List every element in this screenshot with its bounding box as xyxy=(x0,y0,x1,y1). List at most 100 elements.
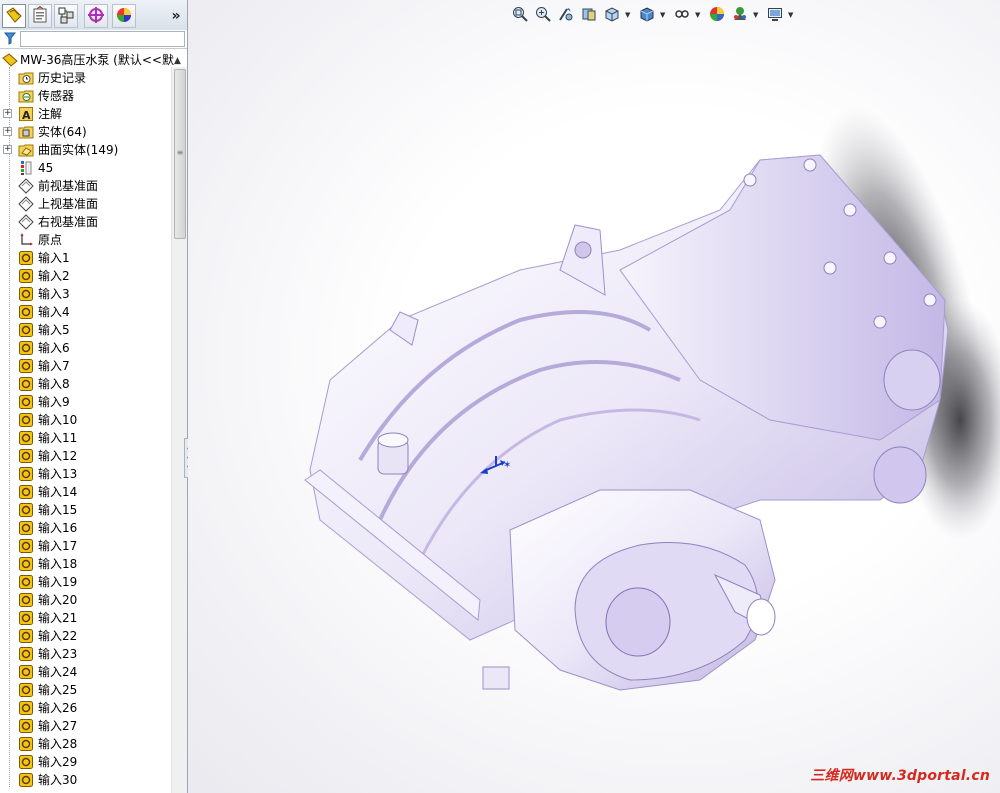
expand-icon[interactable]: + xyxy=(3,127,12,136)
expand-icon[interactable]: + xyxy=(3,109,12,118)
tree-item[interactable]: 输入30 xyxy=(0,771,171,789)
tree-item[interactable]: 输入15 xyxy=(0,501,171,519)
pump-model[interactable]: ✶ xyxy=(188,0,1000,793)
tree-item[interactable]: 输入20 xyxy=(0,591,171,609)
tree-item[interactable]: 输入10 xyxy=(0,411,171,429)
scroll-up-icon[interactable]: ▲ xyxy=(174,56,181,66)
graphics-area[interactable]: ▼ ▼ ▼ ▼ ▼ ✶ 三维网www.3dportal.cn xyxy=(188,0,1000,793)
tree-item[interactable]: 输入21 xyxy=(0,609,171,627)
tree-scrollbar[interactable]: ≡ xyxy=(171,67,187,793)
tree-item[interactable]: 输入16 xyxy=(0,519,171,537)
history-folder-icon xyxy=(18,70,34,86)
tree-item[interactable]: 输入11 xyxy=(0,429,171,447)
imported-body-icon xyxy=(18,736,34,752)
panel-tab-bar: » xyxy=(0,0,187,31)
watermark: 三维网www.3dportal.cn xyxy=(810,768,990,784)
annotation-folder-icon: A xyxy=(18,106,34,122)
tree-item-label: 输入11 xyxy=(38,431,78,445)
tree-item-label: 输入5 xyxy=(38,323,70,337)
tree-item-label: 传感器 xyxy=(38,89,75,103)
tree-item[interactable]: 输入22 xyxy=(0,627,171,645)
filter-bar xyxy=(0,30,187,49)
tree-item[interactable]: + A 注解 xyxy=(0,105,171,123)
tree-item[interactable]: 45 xyxy=(0,159,171,177)
tree-item[interactable]: 输入1 xyxy=(0,249,171,267)
tree-item-label: 输入14 xyxy=(38,485,78,499)
tree-item[interactable]: 输入12 xyxy=(0,447,171,465)
tree-item[interactable]: + 实体(64) xyxy=(0,123,171,141)
tree-item[interactable]: 历史记录 xyxy=(0,69,171,87)
tree-item[interactable]: 输入19 xyxy=(0,573,171,591)
imported-body-icon xyxy=(18,646,34,662)
tree-item[interactable]: 输入25 xyxy=(0,681,171,699)
tree-item-label: 历史记录 xyxy=(38,71,87,85)
tree-item[interactable]: 右视基准面 xyxy=(0,213,171,231)
tree-item[interactable]: 输入24 xyxy=(0,663,171,681)
tree-item[interactable]: 输入29 xyxy=(0,753,171,771)
tree-item-label: 注解 xyxy=(38,107,63,121)
imported-body-icon xyxy=(18,430,34,446)
tree-item-label: 输入2 xyxy=(38,269,70,283)
display-manager-icon xyxy=(115,6,133,27)
tree-item-label: MW-36高压水泵 (默认<<默 xyxy=(20,53,174,67)
feature-manager-tab[interactable] xyxy=(2,4,26,28)
tree-item[interactable]: 输入7 xyxy=(0,357,171,375)
more-tabs-button[interactable]: » xyxy=(168,6,184,26)
tree-item-label: 输入12 xyxy=(38,449,78,463)
tree-item[interactable]: 输入23 xyxy=(0,645,171,663)
origin-icon xyxy=(18,232,34,248)
expand-icon[interactable]: + xyxy=(3,145,12,154)
tree-item[interactable]: 输入9 xyxy=(0,393,171,411)
svg-text:A: A xyxy=(22,109,31,122)
imported-body-icon xyxy=(18,538,34,554)
configuration-manager-tab[interactable] xyxy=(54,4,78,28)
tree-root-part[interactable]: MW-36高压水泵 (默认<<默 xyxy=(0,51,174,69)
tree-item[interactable]: 输入4 xyxy=(0,303,171,321)
property-manager-tab[interactable] xyxy=(28,4,52,28)
filter-input[interactable] xyxy=(20,31,185,47)
imported-body-icon xyxy=(18,304,34,320)
tree-item[interactable]: 前视基准面 xyxy=(0,177,171,195)
tree-item[interactable]: 传感器 xyxy=(0,87,171,105)
tree-item[interactable]: + 曲面实体(149) xyxy=(0,141,171,159)
tree-item[interactable]: 输入28 xyxy=(0,735,171,753)
imported-body-icon xyxy=(18,268,34,284)
end-cover-bottom xyxy=(873,446,927,504)
imported-body-icon xyxy=(18,412,34,428)
plane-icon xyxy=(18,196,34,212)
tree-item[interactable]: 输入14 xyxy=(0,483,171,501)
tree-item-label: 输入27 xyxy=(38,719,78,733)
tree-item[interactable]: 原点 xyxy=(0,231,171,249)
tree-item[interactable]: 输入3 xyxy=(0,285,171,303)
imported-body-icon xyxy=(18,466,34,482)
tree-item[interactable]: 上视基准面 xyxy=(0,195,171,213)
imported-body-icon xyxy=(18,772,34,788)
tree-item-label: 输入1 xyxy=(38,251,70,265)
dimxpert-manager-tab[interactable] xyxy=(84,4,108,28)
scrollbar-thumb[interactable]: ≡ xyxy=(174,69,186,239)
tree-item[interactable]: 输入2 xyxy=(0,267,171,285)
tree-item[interactable]: 输入17 xyxy=(0,537,171,555)
tree-item-label: 前视基准面 xyxy=(38,179,99,193)
imported-body-icon xyxy=(18,358,34,374)
part-icon xyxy=(2,52,18,68)
imported-body-icon xyxy=(18,286,34,302)
imported-body-icon xyxy=(18,484,34,500)
tree-item[interactable]: 输入18 xyxy=(0,555,171,573)
tree-item[interactable]: 输入6 xyxy=(0,339,171,357)
tree-item[interactable]: 输入26 xyxy=(0,699,171,717)
tree-item[interactable]: 输入5 xyxy=(0,321,171,339)
tree-item[interactable]: 输入27 xyxy=(0,717,171,735)
filter-icon[interactable] xyxy=(3,32,17,48)
gearbox-bore xyxy=(605,587,671,657)
configuration-manager-icon xyxy=(57,6,75,27)
feature-manager-panel: » MW-36高压水泵 (默认<<默历史记录传感器 + A 注解 + 实体(64) + 曲面实… xyxy=(0,0,188,793)
tree-item[interactable]: 输入13 xyxy=(0,465,171,483)
tree-item[interactable]: 输入8 xyxy=(0,375,171,393)
imported-body-icon xyxy=(18,448,34,464)
tree-item-label: 输入22 xyxy=(38,629,78,643)
tree-item-label: 输入26 xyxy=(38,701,78,715)
imported-body-icon xyxy=(18,610,34,626)
tree-item-label: 输入16 xyxy=(38,521,78,535)
display-manager-tab[interactable] xyxy=(112,4,136,28)
